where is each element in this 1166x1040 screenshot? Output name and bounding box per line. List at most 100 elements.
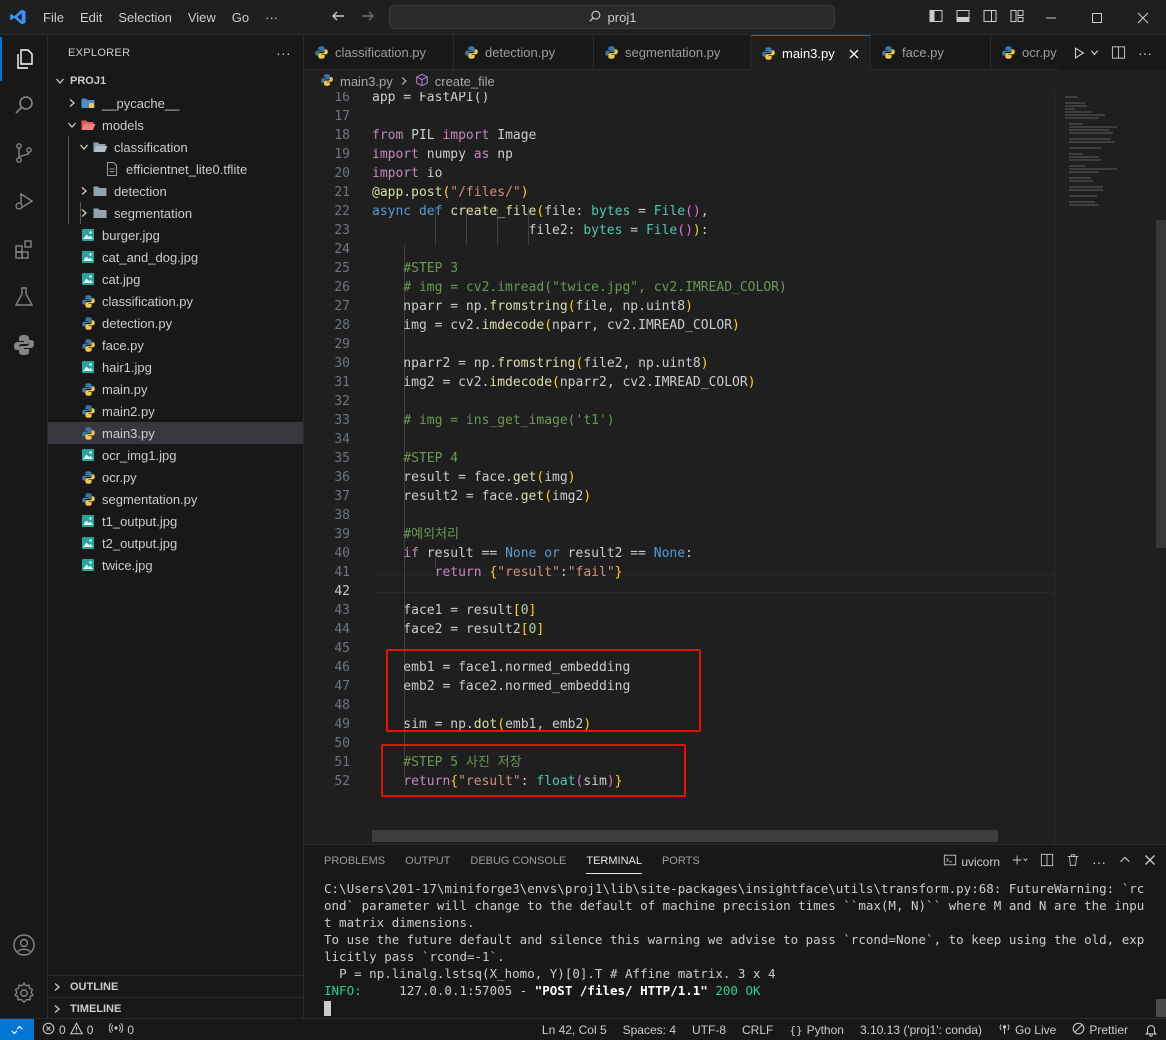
tree-item[interactable]: burger.jpg <box>48 224 303 246</box>
end-of-line[interactable]: CRLF <box>734 1023 781 1037</box>
tree-item-label: segmentation <box>114 205 193 221</box>
tree-item[interactable]: hair1.jpg <box>48 356 303 378</box>
tree-item[interactable]: main3.py <box>48 422 303 444</box>
terminal-scrollbar[interactable] <box>1156 999 1166 1017</box>
tree-item[interactable]: detection <box>48 180 303 202</box>
tree-item[interactable]: classification <box>48 136 303 158</box>
outline-label: OUTLINE <box>70 980 119 993</box>
python-file-icon <box>604 45 619 60</box>
editor-horizontal-scrollbar[interactable] <box>372 830 998 842</box>
tree-item[interactable]: efficientnet_lite0.tflite <box>48 158 303 180</box>
panel-tab-output[interactable]: OUTPUT <box>395 845 460 878</box>
tree-item[interactable]: ocr.py <box>48 466 303 488</box>
tree-item[interactable]: classification.py <box>48 290 303 312</box>
toggle-panel-icon[interactable] <box>955 8 971 27</box>
explorer-more-button[interactable]: ··· <box>276 45 291 61</box>
language-mode[interactable]: {} Python <box>781 1023 852 1037</box>
split-editor-icon[interactable] <box>1111 45 1126 60</box>
tree-item[interactable]: cat_and_dog.jpg <box>48 246 303 268</box>
notifications-bell-icon[interactable] <box>1136 1023 1166 1037</box>
terminal-name[interactable]: uvicorn <box>961 855 1000 869</box>
minimap-line <box>1069 204 1099 206</box>
tree-root-proj1[interactable]: PROJ1 <box>48 70 303 92</box>
tree-item[interactable]: segmentation.py <box>48 488 303 510</box>
accounts-icon[interactable] <box>0 923 48 967</box>
panel-tab-debug-console[interactable]: DEBUG CONSOLE <box>460 845 576 878</box>
python-interpreter[interactable]: 3.10.13 ('proj1': conda) <box>852 1023 990 1037</box>
run-debug-icon[interactable] <box>0 179 48 223</box>
trash-icon[interactable] <box>1066 853 1080 870</box>
problems-status[interactable]: 0 0 <box>34 1021 101 1038</box>
menu-item[interactable]: Go <box>224 0 257 35</box>
tree-item[interactable]: twice.jpg <box>48 554 303 576</box>
explorer-icon[interactable] <box>0 37 48 81</box>
tab-main3[interactable]: main3.py <box>751 35 871 71</box>
python-file-icon <box>80 469 96 485</box>
panel-tab-problems[interactable]: PROBLEMS <box>314 845 395 878</box>
menu-item[interactable]: File <box>35 0 72 35</box>
back-arrow-icon[interactable] <box>330 8 346 27</box>
customize-layout-icon[interactable] <box>1009 8 1025 27</box>
python-icon[interactable] <box>0 323 48 367</box>
command-center-search[interactable]: proj1 <box>389 5 835 29</box>
close-tab-icon[interactable] <box>848 48 860 60</box>
split-terminal-icon[interactable] <box>1040 853 1054 870</box>
minimap[interactable] <box>1054 92 1166 844</box>
encoding[interactable]: UTF-8 <box>684 1023 734 1037</box>
panel-tab-terminal[interactable]: TERMINAL <box>576 845 652 878</box>
more-actions-icon[interactable]: ··· <box>1092 854 1106 870</box>
tab-face[interactable]: face.py <box>871 35 991 70</box>
remote-indicator-icon[interactable] <box>0 1018 34 1040</box>
tree-item[interactable]: main2.py <box>48 400 303 422</box>
tree-item[interactable]: t1_output.jpg <box>48 510 303 532</box>
tab-segmentation[interactable]: segmentation.py <box>594 35 751 70</box>
prettier-button[interactable]: Prettier <box>1064 1022 1136 1038</box>
tree-item[interactable]: cat.jpg <box>48 268 303 290</box>
panel-tab-ports[interactable]: PORTS <box>652 845 710 878</box>
tab-classification[interactable]: classification.py <box>304 35 454 70</box>
maximize-panel-chevron-up-icon[interactable] <box>1118 853 1132 870</box>
tree-item[interactable]: __pycache__ <box>48 92 303 114</box>
new-terminal-plus-icon[interactable] <box>1012 853 1028 870</box>
broadcast-icon <box>998 1022 1011 1038</box>
toggle-primary-sidebar-icon[interactable] <box>928 8 944 27</box>
run-python-file-icon[interactable] <box>1072 46 1099 60</box>
tree-item[interactable]: main.py <box>48 378 303 400</box>
close-window-icon[interactable] <box>1120 0 1166 35</box>
forward-arrow-icon[interactable] <box>360 8 376 27</box>
editor-vertical-scrollbar[interactable] <box>1156 220 1166 548</box>
outline-section[interactable]: OUTLINE <box>48 975 303 997</box>
go-live-button[interactable]: Go Live <box>990 1022 1064 1038</box>
close-panel-icon[interactable] <box>1144 854 1156 869</box>
toggle-secondary-sidebar-icon[interactable] <box>982 8 998 27</box>
tree-item[interactable]: face.py <box>48 334 303 356</box>
menu-item[interactable]: ··· <box>257 0 286 35</box>
ports-status[interactable]: 0 <box>101 1021 142 1038</box>
tree-item[interactable]: t2_output.jpg <box>48 532 303 554</box>
source-control-icon[interactable] <box>0 131 48 175</box>
line-number: 37 <box>334 489 350 504</box>
maximize-icon[interactable] <box>1074 0 1120 35</box>
extensions-icon[interactable] <box>0 227 48 271</box>
tree-item[interactable]: models <box>48 114 303 136</box>
minimize-icon[interactable] <box>1028 0 1074 35</box>
search-view-icon[interactable] <box>0 83 48 127</box>
menu-item[interactable]: View <box>180 0 224 35</box>
menu-item[interactable]: Selection <box>110 0 179 35</box>
tree-item[interactable]: ocr_img1.jpg <box>48 444 303 466</box>
settings-gear-icon[interactable] <box>0 971 48 1015</box>
breadcrumb-symbol[interactable]: create_file <box>435 74 495 89</box>
tab-detection[interactable]: detection.py <box>454 35 594 70</box>
indentation[interactable]: Spaces: 4 <box>615 1023 684 1037</box>
tree-item[interactable]: detection.py <box>48 312 303 334</box>
timeline-section[interactable]: TIMELINE <box>48 997 303 1019</box>
more-actions-icon[interactable]: ··· <box>1138 45 1152 61</box>
tree-item[interactable]: segmentation <box>48 202 303 224</box>
testing-flask-icon[interactable] <box>0 275 48 319</box>
terminal-output[interactable]: C:\Users\201-17\miniforge3\envs\proj1\li… <box>324 880 1148 1016</box>
code-editor[interactable]: 16 17 18 19 20 21 22 23 24 25 26 27 28 29 30 31 32 33 34 35… <box>304 92 1166 844</box>
breadcrumb-file[interactable]: main3.py <box>340 74 393 89</box>
menu-item[interactable]: Edit <box>72 0 110 35</box>
terminal-icon <box>943 853 957 870</box>
cursor-position[interactable]: Ln 42, Col 5 <box>534 1023 615 1037</box>
